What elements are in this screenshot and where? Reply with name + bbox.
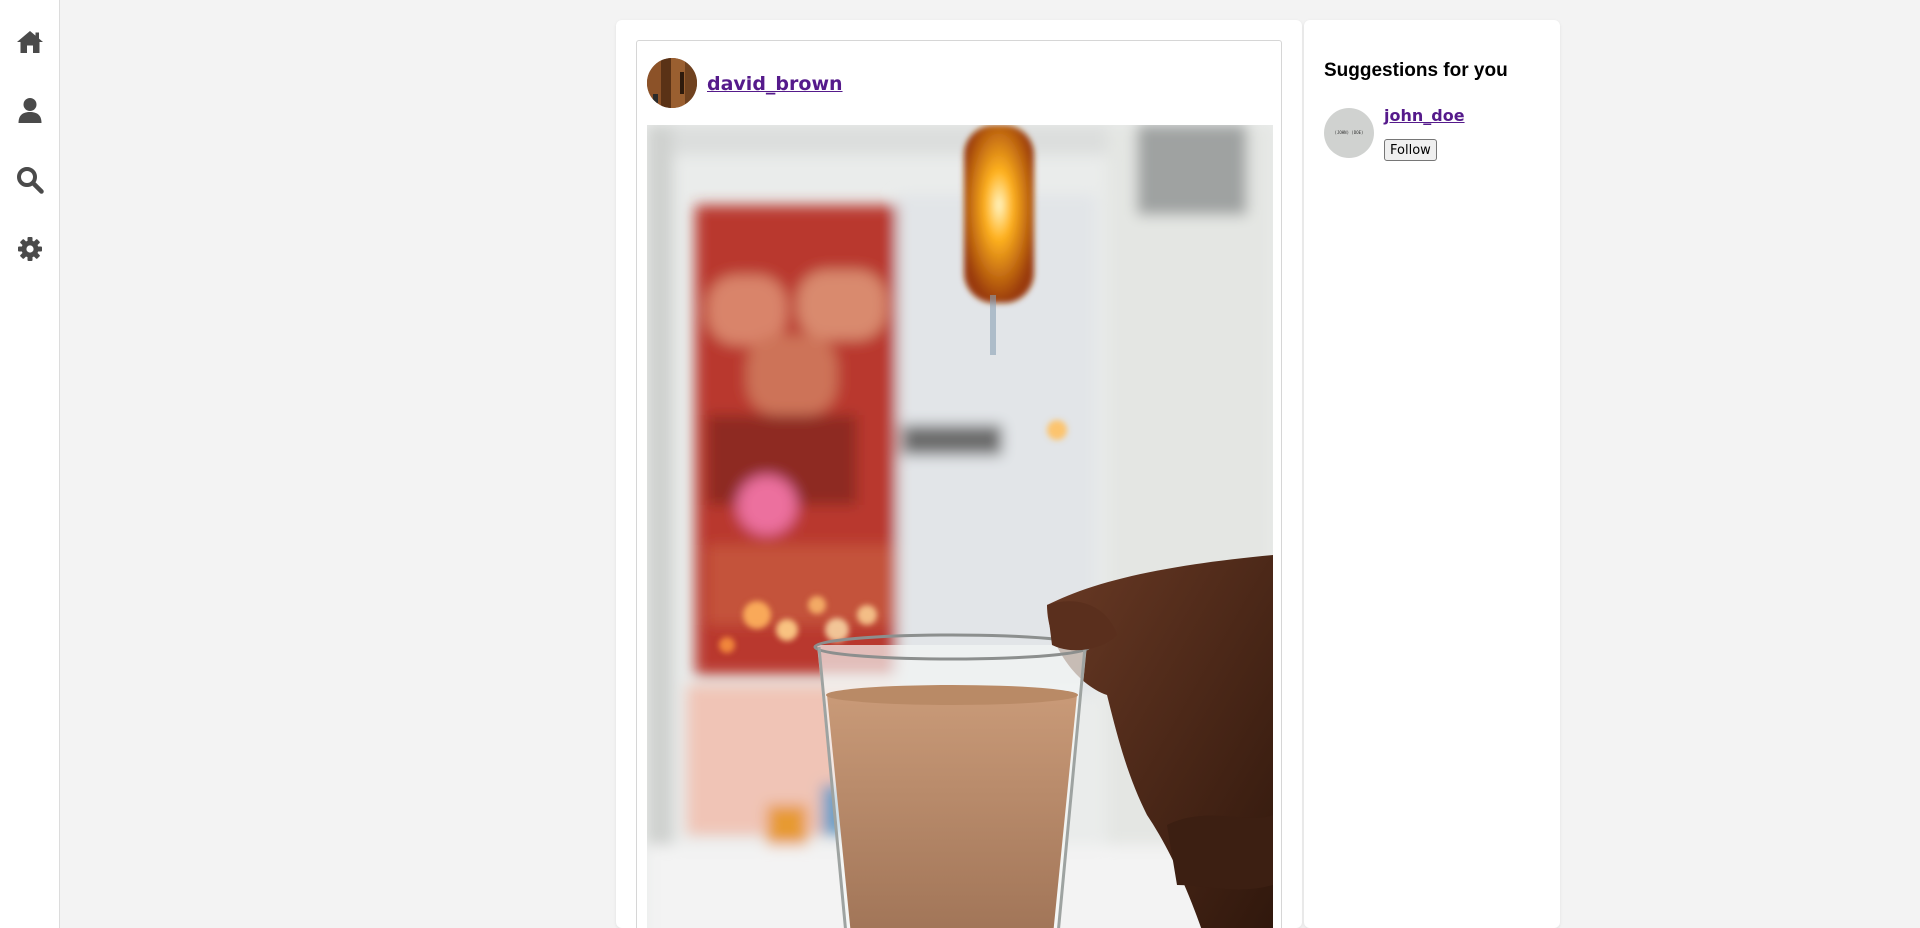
home-icon[interactable] — [15, 27, 45, 57]
post-card: david_brown — [636, 40, 1282, 928]
suggestion-username[interactable]: john_doe — [1384, 106, 1465, 125]
suggestion-avatar[interactable]: (JOHN) (DOE) — [1324, 108, 1374, 158]
suggestion-avatar-text: (JOHN) (DOE) — [1334, 130, 1364, 135]
feed: david_brown — [616, 20, 1302, 928]
user-icon[interactable] — [15, 96, 45, 126]
suggestions-title: Suggestions for you — [1324, 60, 1508, 81]
gear-icon[interactable] — [15, 234, 45, 264]
post-image — [647, 125, 1273, 928]
post-author-avatar[interactable] — [647, 58, 697, 108]
follow-button[interactable]: Follow — [1384, 139, 1437, 161]
post-author-username[interactable]: david_brown — [707, 73, 843, 95]
search-icon[interactable] — [15, 165, 45, 195]
sidebar — [0, 0, 60, 928]
suggestions-panel: Suggestions for you (JOHN) (DOE) john_do… — [1304, 20, 1560, 928]
